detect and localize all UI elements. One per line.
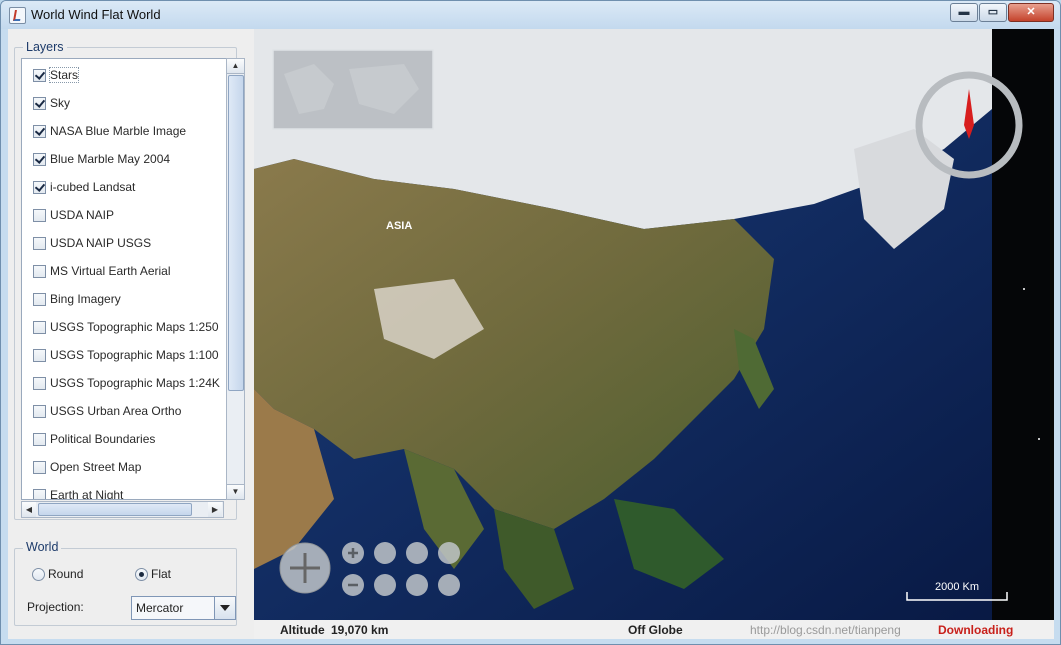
close-icon: ✕	[1026, 6, 1036, 18]
layer-item[interactable]: Political Boundaries	[22, 429, 226, 451]
layer-list-vertical-scrollbar[interactable]: ▲ ▼	[226, 58, 245, 500]
star	[1023, 288, 1025, 290]
layer-item[interactable]: Blue Marble May 2004	[22, 149, 226, 171]
layer-label: USGS Urban Area Ortho	[50, 404, 182, 418]
client-area: Layers Stars Sky NASA Blue Marble Image Blu…	[8, 29, 1054, 639]
position-status: Off Globe	[628, 623, 683, 637]
world-map-view[interactable]: ASIA 2000 Km	[254, 29, 1054, 620]
layer-item[interactable]: USDA NAIP USGS	[22, 233, 226, 255]
app-window: World Wind Flat World ▬ ▭ ✕ Layers Stars…	[0, 0, 1061, 645]
layer-label: MS Virtual Earth Aerial	[50, 264, 171, 278]
layer-label: i-cubed Landsat	[50, 180, 136, 194]
layer-checkbox[interactable]	[33, 405, 46, 418]
world-legend: World	[23, 540, 62, 554]
layer-checkbox[interactable]	[33, 433, 46, 446]
watermark-text: http://blog.csdn.net/tianpeng	[750, 623, 901, 637]
asia-label: ASIA	[386, 220, 412, 232]
layer-checkbox[interactable]	[33, 377, 46, 390]
scroll-left-button[interactable]: ◀	[22, 502, 36, 517]
scroll-up-button[interactable]: ▲	[227, 59, 244, 74]
layer-label: USDA NAIP USGS	[50, 236, 152, 250]
vertical-exaggeration-down-icon[interactable]	[438, 574, 460, 596]
layer-label: USGS Topographic Maps 1:24K	[50, 376, 220, 390]
horizontal-scroll-thumb[interactable]	[38, 503, 192, 516]
layer-checkbox[interactable]	[33, 265, 46, 278]
layer-item[interactable]: MS Virtual Earth Aerial	[22, 261, 226, 283]
minimize-button[interactable]: ▬	[950, 3, 978, 22]
vertical-scroll-thumb[interactable]	[228, 75, 244, 391]
altitude-label: Altitude	[280, 623, 325, 637]
map-canvas[interactable]: ASIA 2000 Km	[254, 29, 1054, 620]
layer-list-horizontal-scrollbar[interactable]: ◀ ▶	[21, 501, 224, 518]
layer-item[interactable]: Earth at Night	[22, 485, 226, 500]
star	[1038, 438, 1040, 440]
layer-checkbox[interactable]	[33, 489, 46, 499]
layer-item[interactable]: Sky	[22, 93, 226, 115]
title-bar[interactable]: World Wind Flat World ▬ ▭ ✕	[1, 1, 1060, 29]
status-bar: Altitude 19,070 km Off Globe http://blog…	[254, 620, 1054, 639]
rotate-right-icon[interactable]	[374, 574, 396, 596]
scroll-right-button[interactable]: ▶	[208, 502, 222, 517]
layer-item[interactable]: USGS Topographic Maps 1:250	[22, 317, 226, 339]
layers-legend: Layers	[23, 40, 67, 54]
layer-checkbox[interactable]	[33, 69, 46, 82]
scroll-down-button[interactable]: ▼	[227, 484, 244, 499]
vertical-exaggeration-up-icon[interactable]	[438, 542, 460, 564]
layer-item[interactable]: Stars	[22, 65, 226, 87]
layer-list[interactable]: Stars Sky NASA Blue Marble Image Blue Marbl…	[21, 58, 227, 500]
layer-checkbox[interactable]	[33, 321, 46, 334]
layer-checkbox[interactable]	[33, 237, 46, 250]
layer-item[interactable]: USGS Urban Area Ortho	[22, 401, 226, 423]
layer-item[interactable]: USDA NAIP	[22, 205, 226, 227]
layer-item[interactable]: Open Street Map	[22, 457, 226, 479]
layer-label: Stars	[48, 67, 80, 83]
layer-label: USDA NAIP	[50, 208, 115, 222]
control-panel: Layers Stars Sky NASA Blue Marble Image Blu…	[8, 29, 254, 639]
tilt-up-icon[interactable]	[406, 542, 428, 564]
space-background	[992, 29, 1054, 620]
layer-checkbox[interactable]	[33, 97, 46, 110]
layer-label: Earth at Night	[50, 488, 124, 500]
layer-item[interactable]: i-cubed Landsat	[22, 177, 226, 199]
projection-select[interactable]: Mercator	[131, 596, 236, 620]
rotate-left-icon[interactable]	[374, 542, 396, 564]
world-overview-minimap[interactable]	[272, 49, 434, 130]
layer-item[interactable]: Bing Imagery	[22, 289, 226, 311]
flat-label: Flat	[151, 567, 172, 581]
layer-checkbox[interactable]	[33, 461, 46, 474]
layer-checkbox[interactable]	[33, 125, 46, 138]
layer-label: USGS Topographic Maps 1:250	[50, 320, 219, 334]
altitude-value: 19,070 km	[331, 623, 389, 637]
tilt-down-icon[interactable]	[406, 574, 428, 596]
layer-label: Bing Imagery	[50, 292, 121, 306]
layer-checkbox[interactable]	[33, 293, 46, 306]
round-label: Round	[48, 567, 84, 581]
window-title: World Wind Flat World	[31, 7, 161, 22]
layer-label: USGS Topographic Maps 1:100	[50, 348, 219, 362]
round-radio[interactable]	[32, 568, 45, 581]
layer-checkbox[interactable]	[33, 153, 46, 166]
projection-value: Mercator	[136, 601, 184, 615]
projection-label: Projection:	[27, 600, 84, 614]
close-button[interactable]: ✕	[1008, 3, 1054, 22]
layer-label: NASA Blue Marble Image	[50, 124, 187, 138]
layer-checkbox[interactable]	[33, 209, 46, 222]
download-status: Downloading	[938, 623, 1014, 637]
layer-item[interactable]: USGS Topographic Maps 1:24K	[22, 373, 226, 395]
layer-item[interactable]: NASA Blue Marble Image	[22, 121, 226, 143]
layer-item[interactable]: USGS Topographic Maps 1:100	[22, 345, 226, 367]
layer-label: Open Street Map	[50, 460, 142, 474]
layer-label: Political Boundaries	[50, 432, 156, 446]
scale-bar-label: 2000 Km	[935, 581, 979, 593]
layer-checkbox[interactable]	[33, 181, 46, 194]
java-app-icon	[9, 7, 26, 24]
layer-checkbox[interactable]	[33, 349, 46, 362]
maximize-icon: ▭	[987, 6, 999, 18]
maximize-button[interactable]: ▭	[979, 3, 1007, 22]
minimize-icon: ▬	[958, 6, 970, 18]
layer-label: Blue Marble May 2004	[50, 152, 171, 166]
dropdown-arrow-icon[interactable]	[214, 597, 235, 619]
flat-radio[interactable]	[135, 568, 148, 581]
layer-label: Sky	[50, 96, 71, 110]
